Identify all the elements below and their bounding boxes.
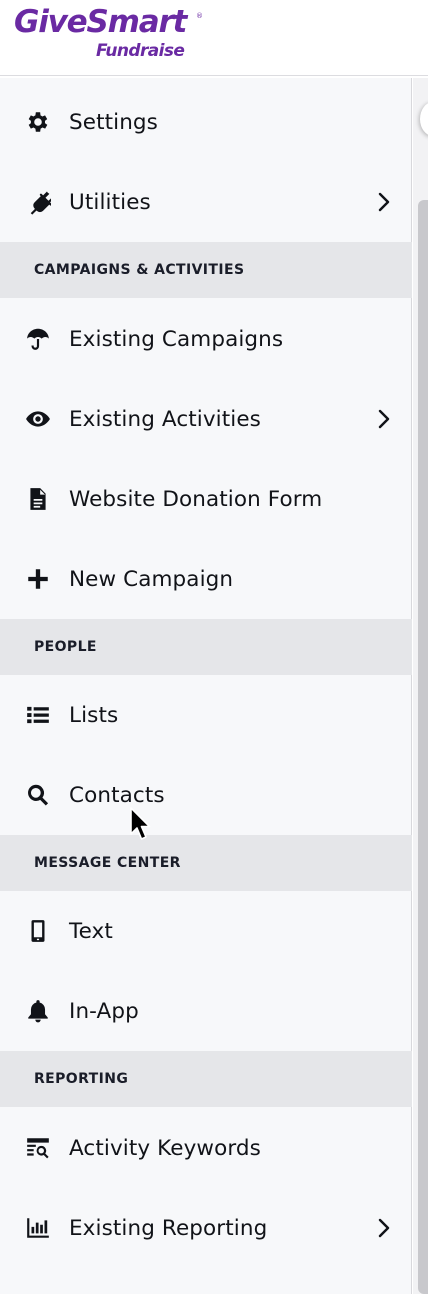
vertical-scrollbar[interactable] [418, 200, 428, 1294]
section-header-people: PEOPLE [0, 619, 412, 675]
sidebar-nav: Settings Utilities CAMPAIGNS & ACTIVITIE… [0, 78, 412, 1294]
chevron-right-icon [374, 189, 394, 215]
section-header-campaigns: CAMPAIGNS & ACTIVITIES [0, 242, 412, 298]
section-header-message-center: MESSAGE CENTER [0, 835, 412, 891]
eye-icon [24, 405, 52, 433]
section-label: PEOPLE [34, 639, 97, 655]
sidebar-item-lists[interactable]: Lists [0, 675, 412, 755]
sidebar-item-new-campaign[interactable]: New Campaign [0, 539, 412, 619]
search-icon [24, 781, 52, 809]
section-header-reporting: REPORTING [0, 1051, 412, 1107]
sidebar-item-label: Existing Activities [69, 406, 261, 432]
sidebar-item-activity-keywords[interactable]: Activity Keywords [0, 1108, 412, 1188]
bar-chart-icon [24, 1214, 52, 1242]
logo-product-name: Fundraise [96, 41, 185, 61]
sidebar-item-label: Contacts [69, 782, 165, 808]
logo-registered-mark: ® [196, 12, 203, 20]
sidebar-item-label: New Campaign [69, 566, 234, 592]
givesmart-logo[interactable]: GiveSmart ® Fundraise [14, 2, 204, 68]
document-icon [24, 485, 52, 513]
section-label: REPORTING [34, 1071, 129, 1087]
sidebar-item-website-donation-form[interactable]: Website Donation Form [0, 459, 412, 539]
sidebar-item-label: In-App [69, 998, 139, 1024]
sidebar-item-existing-activities[interactable]: Existing Activities [0, 379, 412, 459]
logo-wordmark: GiveSmart [14, 4, 187, 40]
section-label: CAMPAIGNS & ACTIVITIES [34, 262, 245, 278]
plug-icon [24, 188, 52, 216]
list-icon [24, 701, 52, 729]
gear-icon [24, 108, 52, 136]
sidebar-item-label: Website Donation Form [69, 486, 323, 512]
chevron-right-icon [374, 1215, 394, 1241]
sidebar-item-contacts[interactable]: Contacts [0, 755, 412, 835]
sidebar-item-label: Activity Keywords [69, 1135, 261, 1161]
sidebar-item-text[interactable]: Text [0, 891, 412, 971]
sidebar-item-label: Settings [69, 109, 158, 135]
mobile-phone-icon [24, 917, 52, 945]
mouse-cursor-icon [130, 807, 151, 840]
sidebar-item-label: Text [69, 918, 113, 944]
sidebar-item-in-app[interactable]: In-App [0, 971, 412, 1051]
plus-icon [24, 565, 52, 593]
sidebar-item-utilities[interactable]: Utilities [0, 162, 412, 242]
bell-icon [24, 997, 52, 1025]
sidebar-item-label: Lists [69, 702, 119, 728]
sidebar-item-existing-campaigns[interactable]: Existing Campaigns [0, 299, 412, 379]
sidebar-item-settings[interactable]: Settings [0, 82, 412, 162]
chevron-right-icon [374, 406, 394, 432]
section-label: MESSAGE CENTER [34, 855, 181, 871]
umbrella-icon [24, 325, 52, 353]
sidebar-item-existing-reporting[interactable]: Existing Reporting [0, 1188, 412, 1268]
sidebar-item-label: Existing Campaigns [69, 326, 284, 352]
sidebar-item-label: Existing Reporting [69, 1215, 268, 1241]
keyword-report-icon [24, 1134, 52, 1162]
app-header: GiveSmart ® Fundraise [0, 0, 428, 76]
sidebar-item-label: Utilities [69, 189, 151, 215]
